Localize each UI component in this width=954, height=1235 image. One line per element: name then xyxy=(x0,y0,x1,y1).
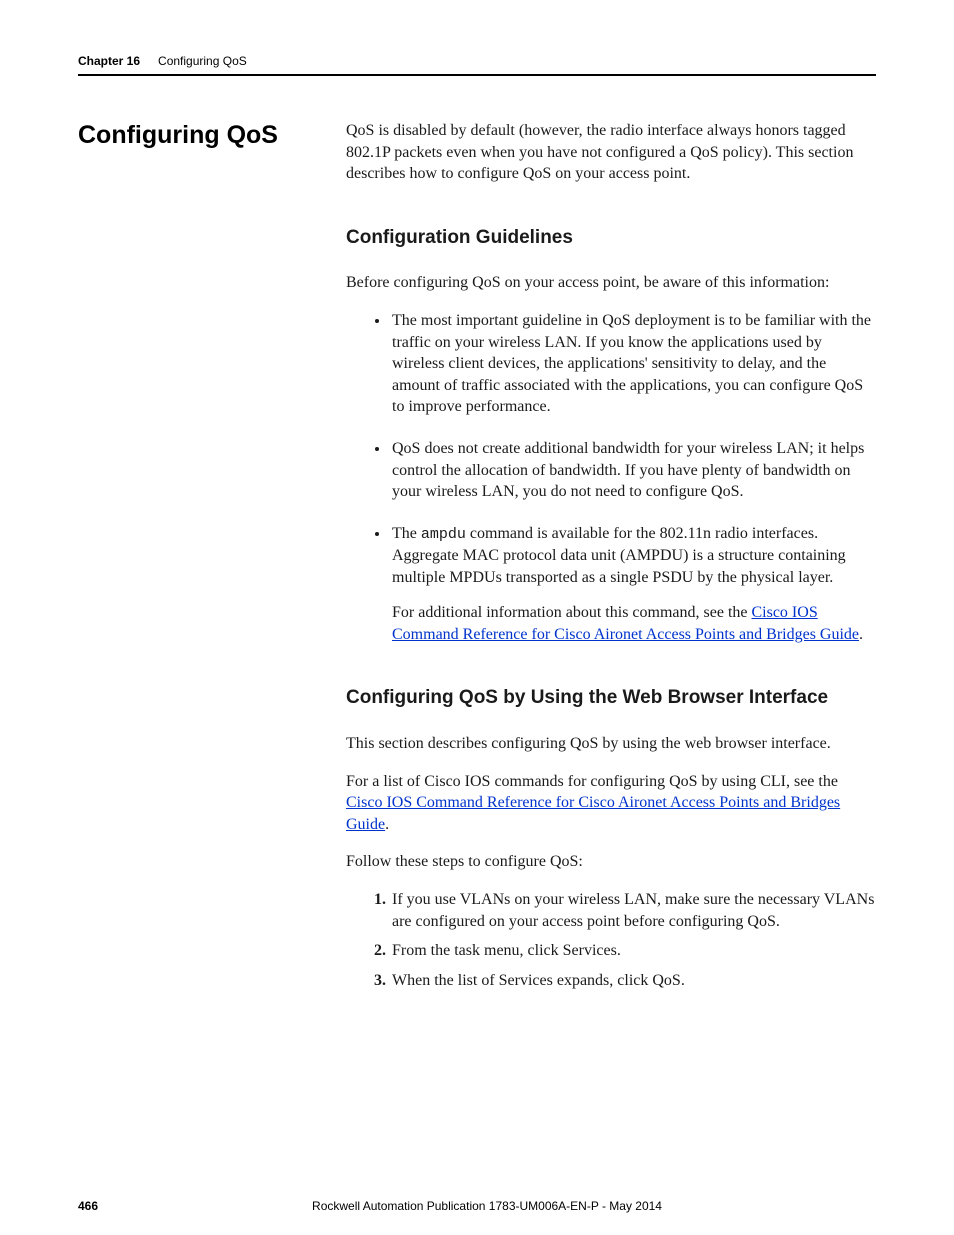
list-item: The ampdu command is available for the 8… xyxy=(390,523,876,646)
section-side-heading: Configuring QoS xyxy=(78,120,346,999)
step-item: When the list of Services expands, click… xyxy=(390,970,876,992)
subheading-configuring-qos-web: Configuring QoS by Using the Web Browser… xyxy=(346,685,876,711)
guidelines-lead: Before configuring QoS on your access po… xyxy=(346,272,876,294)
header-title: Configuring QoS xyxy=(158,54,247,68)
step-text: When the list of Services expands, click… xyxy=(392,972,685,989)
list-item-text: The most important guideline in QoS depl… xyxy=(392,312,871,415)
list-item-text: QoS does not create additional bandwidth… xyxy=(392,440,864,500)
header-rule xyxy=(78,74,876,76)
footer-publication: Rockwell Automation Publication 1783-UM0… xyxy=(98,1199,876,1213)
step-text: From the task menu, click Services. xyxy=(392,942,621,959)
content-grid: Configuring QoS QoS is disabled by defau… xyxy=(78,120,876,999)
intro-paragraph: QoS is disabled by default (however, the… xyxy=(346,120,876,185)
header-chapter: Chapter 16 xyxy=(78,54,140,68)
footer-page-number: 466 xyxy=(78,1199,98,1213)
steps-lead: Follow these steps to configure QoS: xyxy=(346,851,876,873)
guidelines-list: The most important guideline in QoS depl… xyxy=(346,310,876,645)
subheading-configuration-guidelines: Configuration Guidelines xyxy=(346,225,876,251)
document-page: Chapter 16 Configuring QoS Configuring Q… xyxy=(0,0,954,1235)
link-cisco-ios-cmd-ref[interactable]: Cisco IOS Command Reference for Cisco Ai… xyxy=(346,794,840,833)
step-text: If you use VLANs on your wireless LAN, m… xyxy=(392,891,874,930)
list-item: QoS does not create additional bandwidth… xyxy=(390,438,876,503)
page-footer: 466 Rockwell Automation Publication 1783… xyxy=(78,1199,876,1213)
body-column: QoS is disabled by default (however, the… xyxy=(346,120,876,999)
step-item: From the task menu, click Services. xyxy=(390,940,876,962)
list-item-text: The ampdu command is available for the 8… xyxy=(392,523,876,588)
cli-reference-paragraph: For a list of Cisco IOS commands for con… xyxy=(346,771,876,836)
list-item: The most important guideline in QoS depl… xyxy=(390,310,876,418)
web-interface-intro: This section describes configuring QoS b… xyxy=(346,733,876,755)
steps-list: If you use VLANs on your wireless LAN, m… xyxy=(346,889,876,991)
step-item: If you use VLANs on your wireless LAN, m… xyxy=(390,889,876,932)
running-header: Chapter 16 Configuring QoS xyxy=(78,54,876,68)
list-item-followup: For additional information about this co… xyxy=(392,602,876,645)
code-ampdu: ampdu xyxy=(421,526,466,543)
